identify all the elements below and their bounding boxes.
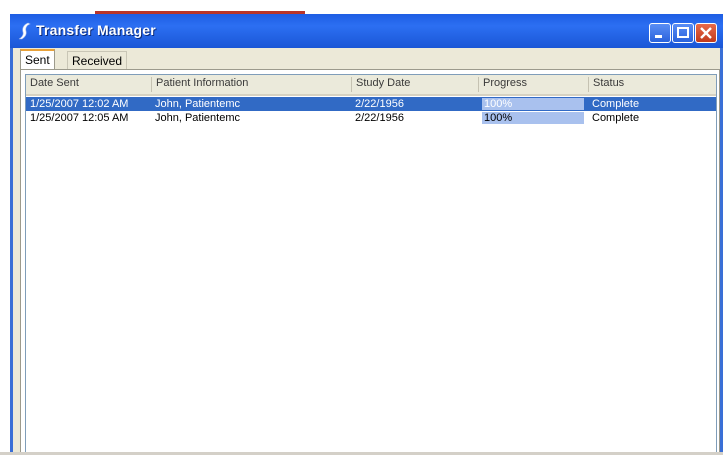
cell-status: Complete bbox=[592, 98, 640, 110]
transfer-list[interactable]: Date Sent Patient Information Study Date… bbox=[25, 74, 717, 454]
close-icon bbox=[700, 27, 712, 39]
table-row[interactable]: 1/25/2007 12:05 AM John, Patientemc 2/22… bbox=[26, 111, 716, 125]
window-client-area: Sent Received Date Sent Patient Informat… bbox=[13, 48, 720, 455]
tab-sent[interactable]: Sent bbox=[20, 49, 55, 70]
progress-label: 100% bbox=[484, 112, 513, 124]
cell-patient: John, Patientemc bbox=[155, 112, 240, 124]
title-bar[interactable]: Transfer Manager bbox=[10, 14, 723, 48]
list-header: Date Sent Patient Information Study Date… bbox=[26, 75, 716, 96]
cell-date-sent: 1/25/2007 12:02 AM bbox=[30, 98, 129, 110]
cell-status: Complete bbox=[592, 112, 640, 124]
column-header-date-sent[interactable]: Date Sent bbox=[26, 77, 151, 92]
minimize-icon bbox=[655, 35, 662, 38]
column-header-progress[interactable]: Progress bbox=[478, 77, 588, 92]
table-row[interactable]: 1/25/2007 12:02 AM John, Patientemc 2/22… bbox=[26, 97, 716, 111]
close-button[interactable] bbox=[695, 23, 717, 43]
column-header-study-date[interactable]: Study Date bbox=[351, 77, 478, 92]
cell-patient: John, Patientemc bbox=[155, 98, 240, 110]
maximize-icon bbox=[677, 27, 689, 38]
tab-received[interactable]: Received bbox=[67, 51, 128, 69]
column-header-status[interactable]: Status bbox=[588, 77, 716, 92]
maximize-button[interactable] bbox=[672, 23, 694, 43]
minimize-button[interactable] bbox=[649, 23, 671, 43]
transfer-manager-window: Transfer Manager Sent Received Date Sent… bbox=[10, 14, 723, 455]
tab-panel: Date Sent Patient Information Study Date… bbox=[20, 69, 720, 455]
cell-study-date: 2/22/1956 bbox=[355, 112, 404, 124]
column-header-patient-information[interactable]: Patient Information bbox=[151, 77, 351, 92]
app-icon bbox=[18, 22, 32, 40]
tab-strip: Sent Received bbox=[13, 48, 720, 70]
cell-study-date: 2/22/1956 bbox=[355, 98, 404, 110]
window-title: Transfer Manager bbox=[36, 22, 156, 38]
progress-label: 100% bbox=[484, 98, 513, 110]
cell-date-sent: 1/25/2007 12:05 AM bbox=[30, 112, 129, 124]
